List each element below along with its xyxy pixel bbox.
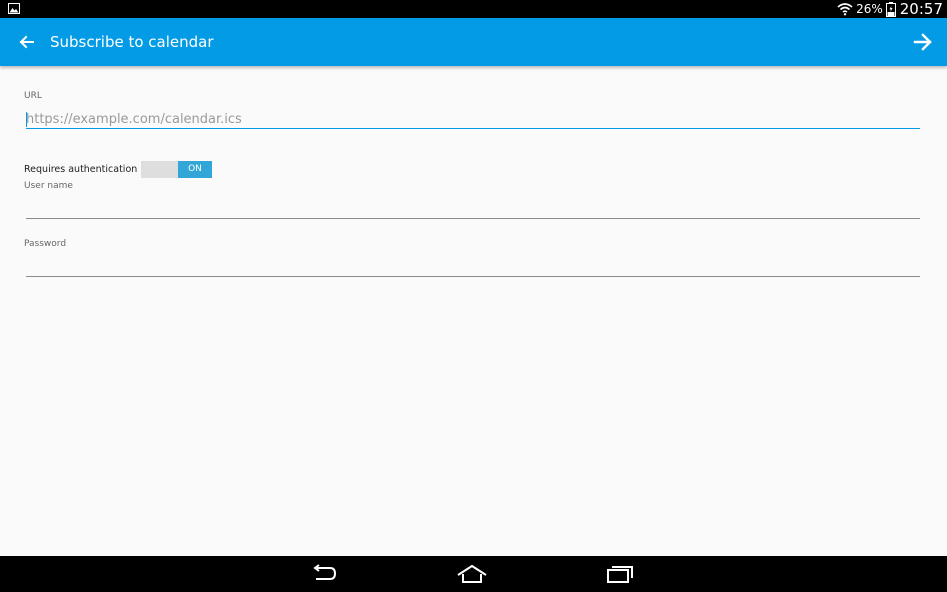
authentication-toggle[interactable]: ON: [141, 161, 212, 178]
page-title: Subscribe to calendar: [50, 33, 214, 51]
username-input[interactable]: [26, 196, 920, 218]
forward-arrow-icon[interactable]: [912, 31, 934, 53]
battery-percent: 26%: [856, 2, 883, 16]
gallery-icon: [8, 3, 20, 14]
url-label: URL: [24, 91, 42, 101]
text-cursor: [26, 112, 27, 127]
back-arrow-icon[interactable]: [17, 32, 37, 52]
nav-home-icon[interactable]: [455, 562, 489, 586]
nav-recents-icon[interactable]: [603, 562, 637, 586]
password-input-underline: [26, 276, 920, 277]
wifi-icon: [837, 3, 853, 16]
url-input[interactable]: [26, 108, 920, 130]
password-label: Password: [24, 239, 67, 249]
requires-authentication-label: Requires authentication: [24, 164, 138, 175]
username-input-underline: [26, 218, 920, 219]
toggle-on-knob: ON: [178, 161, 212, 178]
password-input[interactable]: [26, 254, 920, 276]
status-bar: 26% 20:57: [0, 0, 947, 18]
nav-back-icon[interactable]: [308, 562, 342, 586]
username-label: User name: [24, 181, 73, 191]
battery-icon: [885, 1, 896, 17]
screen: 26% 20:57 Subscribe to calendar URL Requ…: [0, 0, 947, 592]
navigation-bar: [0, 556, 947, 592]
app-bar: Subscribe to calendar: [0, 18, 947, 66]
clock: 20:57: [899, 0, 943, 18]
status-indicators: 26% 20:57: [837, 0, 943, 18]
url-input-underline: [26, 128, 920, 129]
